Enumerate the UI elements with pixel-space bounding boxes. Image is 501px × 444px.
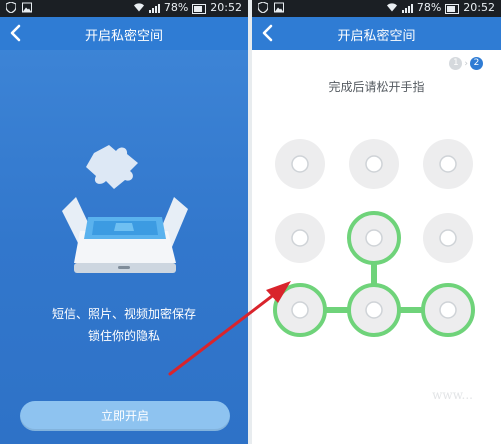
unlock-pattern-grid[interactable] <box>252 120 501 350</box>
pattern-node[interactable] <box>423 213 473 263</box>
shield-icon <box>6 2 16 13</box>
signal-icon <box>148 3 160 13</box>
pattern-node[interactable] <box>347 283 401 337</box>
pattern-node[interactable] <box>421 283 475 337</box>
puzzle-piece-icon <box>86 145 138 189</box>
wifi-icon <box>386 3 397 12</box>
step-1-badge: 1 <box>449 57 463 70</box>
step-indicator: 1 › 2 <box>449 57 483 70</box>
image-icon <box>22 2 32 13</box>
pattern-node[interactable] <box>273 283 327 337</box>
battery-icon <box>192 3 207 14</box>
right-screen: 78% 20:52 开启私密空间 1 › 2 完成后请松开手指 www... <box>252 0 501 444</box>
step-2-badge: 2 <box>470 57 483 70</box>
page-title: 开启私密空间 <box>84 29 163 44</box>
battery-percent: 78% <box>416 1 442 14</box>
battery-icon <box>445 3 460 14</box>
image-icon <box>274 2 284 13</box>
title-bar: 开启私密空间 <box>252 17 501 50</box>
battery-percent: 78% <box>163 1 189 14</box>
shield-icon <box>258 2 268 13</box>
clock: 20:52 <box>463 1 495 14</box>
wifi-icon <box>133 3 144 12</box>
watermark: www... <box>432 388 473 402</box>
secure-device-illustration <box>62 145 188 273</box>
status-bar: 78% 20:52 <box>252 0 501 17</box>
signal-icon <box>401 3 413 13</box>
caption-line-1: 短信、照片、视频加密保存 <box>51 307 196 321</box>
status-bar: 78% 20:52 <box>0 0 248 17</box>
step-separator: › <box>464 58 468 69</box>
clock: 20:52 <box>210 1 242 14</box>
pattern-node[interactable] <box>275 213 325 263</box>
left-screen: 78% 20:52 开启私密空间 短信、照片、视频加密保存 锁住你的隐私 立即开… <box>0 0 248 444</box>
pattern-node[interactable] <box>349 139 399 189</box>
pattern-hint: 完成后请松开手指 <box>328 80 425 94</box>
pattern-node[interactable] <box>423 139 473 189</box>
title-bar: 开启私密空间 <box>0 17 248 50</box>
start-now-button[interactable]: 立即开启 <box>20 401 230 431</box>
caption-line-2: 锁住你的隐私 <box>87 329 160 343</box>
pattern-node[interactable] <box>347 211 401 265</box>
pattern-node[interactable] <box>275 139 325 189</box>
page-title: 开启私密空间 <box>337 29 416 44</box>
